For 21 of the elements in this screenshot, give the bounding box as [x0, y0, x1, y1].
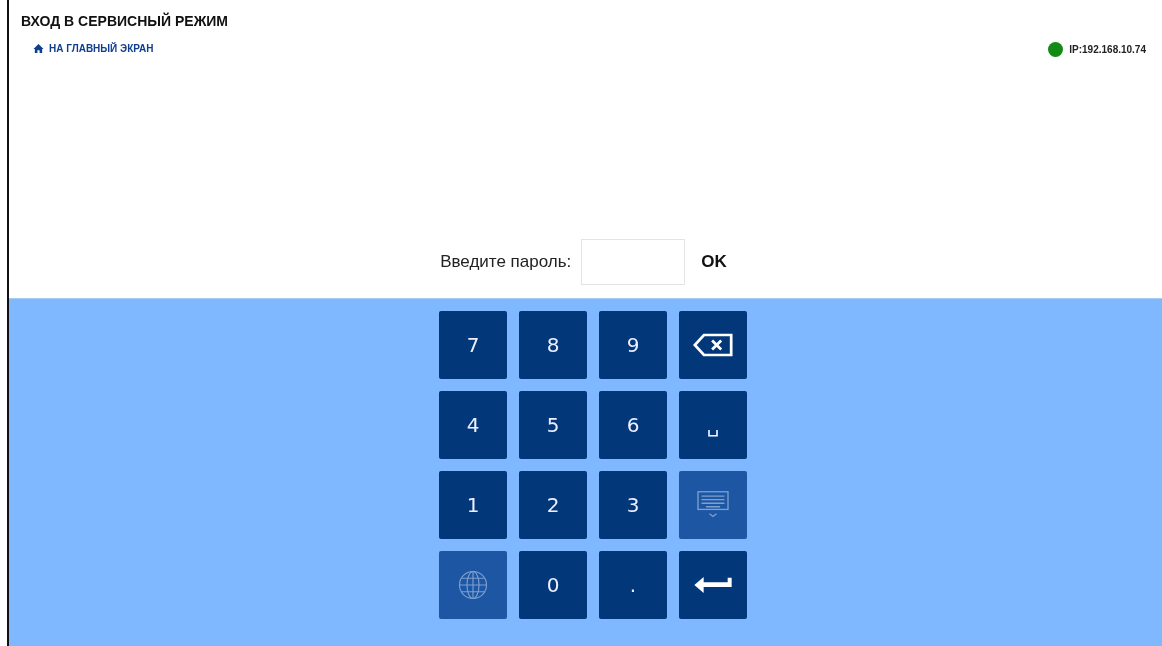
key[interactable]: 4	[439, 391, 507, 459]
password-label: Введите пароль:	[440, 251, 572, 272]
key[interactable]: 7	[439, 311, 507, 379]
key[interactable]: ␣	[679, 391, 747, 459]
page-title: ВХОД В СЕРВИСНЫЙ РЕЖИМ	[21, 13, 228, 29]
key[interactable]: 9	[599, 311, 667, 379]
ip-address: IP:192.168.10.74	[1069, 43, 1146, 55]
password-field[interactable]	[581, 238, 686, 285]
key[interactable]: 2	[519, 471, 587, 539]
key[interactable]: .	[599, 551, 667, 619]
home-link[interactable]: НА ГЛАВНЫЙ ЭКРАН	[33, 43, 154, 54]
key[interactable]: 8	[519, 311, 587, 379]
home-icon	[33, 43, 44, 54]
ok-button[interactable]: OK	[697, 247, 731, 276]
key[interactable]: 5	[519, 391, 587, 459]
key[interactable]: 6	[599, 391, 667, 459]
key[interactable]: 0	[519, 551, 587, 619]
backspace-key[interactable]	[679, 311, 747, 379]
key[interactable]: 1	[439, 471, 507, 539]
enter-key[interactable]	[679, 551, 747, 619]
key[interactable]: 3	[599, 471, 667, 539]
